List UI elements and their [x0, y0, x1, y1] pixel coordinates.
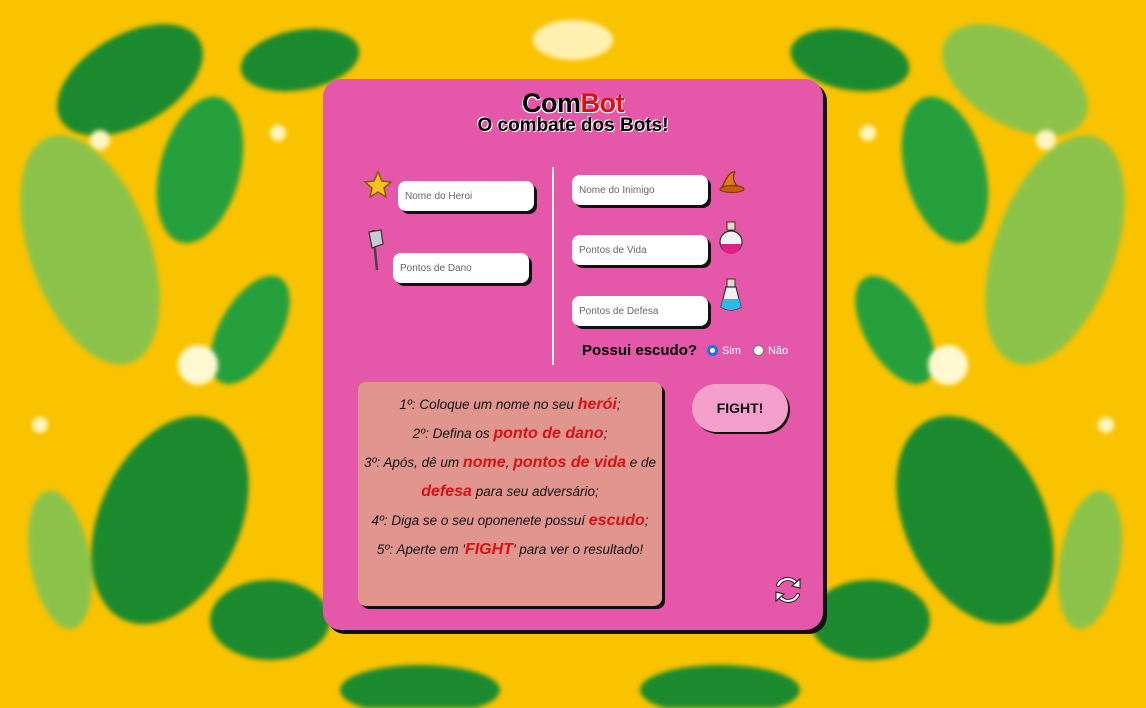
refresh-icon[interactable]	[771, 573, 805, 607]
hero-name-input[interactable]	[398, 181, 534, 211]
star-icon	[363, 170, 393, 199]
instr-text: ;	[644, 513, 649, 528]
app-subtitle: O combate dos Bots!	[477, 115, 669, 136]
instr-highlight: escudo	[588, 512, 645, 529]
axe-icon	[368, 229, 384, 271]
shield-no-label: Não	[767, 344, 789, 357]
hero-damage-input[interactable]	[393, 253, 529, 283]
instr-text: 5º: Aperte em '	[376, 542, 465, 557]
blue-potion-icon	[720, 278, 742, 311]
fight-button[interactable]: FIGHT!	[692, 384, 788, 432]
shield-yes-radio[interactable]	[707, 345, 719, 356]
instructions-panel: 1º: Coloque um nome no seu herói; 2º: De…	[358, 382, 662, 606]
title-com: Com	[522, 88, 581, 118]
combot-card: ComBot O combate dos Bots! Possui escudo…	[323, 79, 823, 630]
instr-text: ;	[616, 397, 621, 412]
instr-text: ,	[505, 455, 514, 470]
instr-text: para seu adversário;	[471, 484, 599, 499]
instr-text: 2º: Defina os	[412, 426, 494, 441]
instr-text: 4º: Diga se o seu oponenete possuí	[371, 513, 589, 528]
instruction-step-1: 1º: Coloque um nome no seu herói;	[358, 396, 662, 414]
instr-highlight: FIGHT	[464, 541, 513, 558]
instr-highlight: ponto de dano	[493, 425, 604, 442]
instr-highlight: pontos de vida	[513, 454, 627, 471]
wizard-hat-icon	[719, 171, 745, 194]
enemy-defense-input[interactable]	[572, 296, 708, 326]
instr-text: ' para ver o resultado!	[512, 542, 644, 557]
instr-highlight: nome	[462, 454, 506, 471]
instr-text: 1º: Coloque um nome no seu	[399, 397, 578, 412]
instruction-step-3-cont: defesa para seu adversário;	[358, 483, 662, 501]
shield-no-radio[interactable]	[752, 345, 764, 356]
shield-question-row: Possui escudo? Sim Não	[582, 342, 796, 359]
instruction-step-5: 5º: Aperte em 'FIGHT' para ver o resulta…	[358, 541, 662, 559]
instr-highlight: defesa	[421, 483, 472, 500]
enemy-life-input[interactable]	[572, 235, 708, 265]
column-divider	[552, 167, 554, 365]
enemy-name-input[interactable]	[572, 175, 708, 205]
pink-potion-icon	[719, 221, 743, 254]
instruction-step-3: 3º: Após, dê um nome, pontos de vida e d…	[358, 454, 662, 472]
shield-yes-label: Sim	[722, 344, 741, 357]
shield-question-label: Possui escudo?	[582, 342, 698, 359]
instr-text: ;	[603, 426, 608, 441]
title-bot: Bot	[580, 88, 625, 118]
instruction-step-4: 4º: Diga se o seu oponenete possuí escud…	[358, 512, 662, 530]
instr-text: e de	[626, 455, 657, 470]
instr-text: 3º: Após, dê um	[363, 455, 463, 470]
instr-highlight: herói	[577, 396, 617, 413]
instruction-step-2: 2º: Defina os ponto de dano;	[358, 425, 662, 443]
